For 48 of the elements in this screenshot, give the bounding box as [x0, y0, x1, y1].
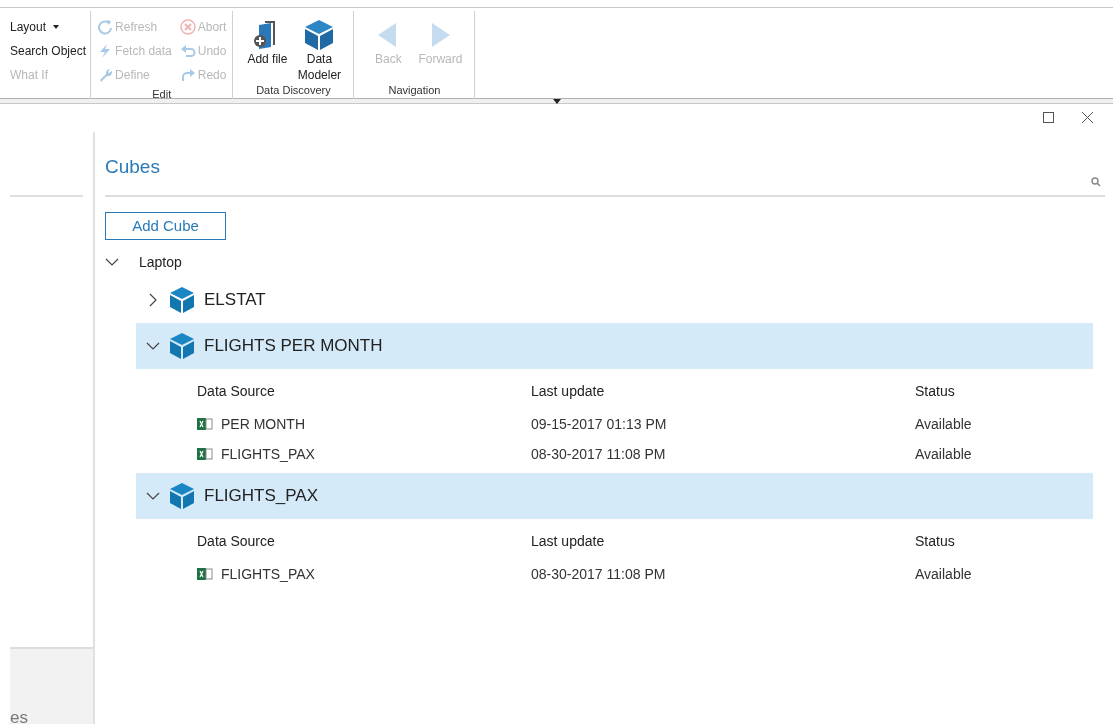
table-cell-text: PER MONTH — [221, 414, 305, 434]
spreadsheet-icon — [197, 567, 213, 581]
cancel-icon — [179, 19, 196, 35]
ribbon-button[interactable]: Search Object — [10, 39, 87, 63]
cube-icon — [168, 286, 196, 314]
column-header: Status — [915, 531, 956, 551]
column-header: Data Source — [197, 531, 276, 551]
group-label: Data Discovery — [255, 83, 332, 98]
group-label: Navigation — [387, 83, 442, 98]
table-cell-text: Available — [915, 444, 973, 464]
cube-icon — [168, 482, 196, 510]
cube-name: ELSTAT — [204, 289, 266, 312]
table-cell-text: Available — [915, 414, 973, 434]
table-cell-text: Available — [915, 564, 973, 584]
maximize-icon[interactable] — [1043, 112, 1054, 123]
redo-icon — [179, 67, 196, 83]
cube-row[interactable]: ELSTAT — [136, 277, 1093, 323]
cube-row[interactable]: FLIGHTS PER MONTH — [136, 323, 1093, 369]
caret-icon — [52, 23, 61, 31]
table-cell-text: 09-15-2017 01:13 PM — [531, 414, 668, 434]
spreadsheet-icon — [197, 447, 213, 461]
tree-node-label[interactable]: Laptop — [139, 251, 182, 273]
ribbon-button[interactable]: Layout — [10, 15, 87, 39]
spreadsheet-icon — [197, 417, 213, 431]
close-icon[interactable] — [1082, 112, 1093, 123]
cube-icon — [303, 19, 336, 51]
section-title: Cubes — [105, 154, 160, 179]
table-cell-text: 08-30-2017 11:08 PM — [531, 564, 667, 584]
cube-row[interactable]: FLIGHTS_PAX — [136, 473, 1093, 519]
column-header: Last update — [531, 531, 606, 551]
table-cell-text: FLIGHTS_PAX — [221, 564, 315, 584]
cube-name: FLIGHTS PER MONTH — [204, 335, 383, 358]
ribbon-button[interactable]: Add file — [243, 19, 292, 67]
table-cell-text: 08-30-2017 11:08 PM — [531, 444, 667, 464]
column-header: Last update — [531, 381, 606, 401]
undo-icon — [179, 43, 196, 59]
search-icon[interactable] — [1091, 177, 1101, 187]
ribbon-button[interactable]: Data Modeler — [295, 19, 344, 83]
group-label: Edit — [151, 87, 173, 102]
cube-name: FLIGHTS_PAX — [204, 485, 318, 508]
refresh-icon — [97, 19, 114, 35]
column-header: Status — [915, 381, 956, 401]
cube-icon — [168, 332, 196, 360]
add-cube-button[interactable]: Add Cube — [105, 212, 226, 240]
table-cell-text: FLIGHTS_PAX — [221, 444, 315, 464]
wrench-icon — [97, 67, 114, 83]
column-header: Data Source — [197, 381, 276, 401]
panel-label: es — [10, 708, 28, 724]
